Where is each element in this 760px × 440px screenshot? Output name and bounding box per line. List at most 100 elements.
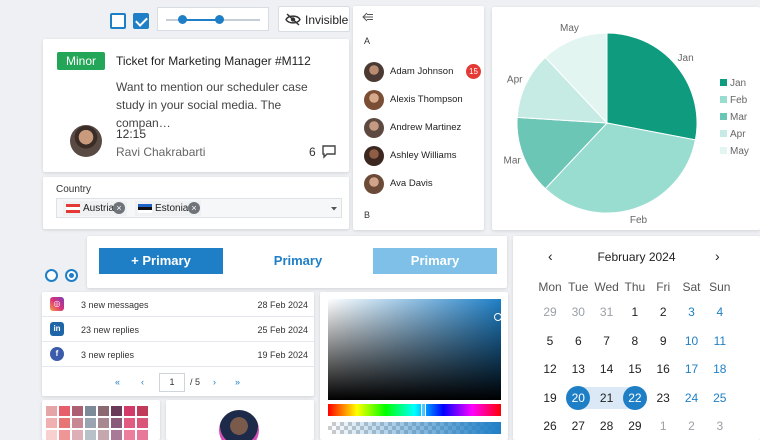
calendar-title[interactable]: February 2024: [513, 250, 760, 264]
chevron-right-icon[interactable]: ›: [715, 248, 720, 264]
calendar-day[interactable]: 27: [564, 414, 592, 438]
calendar-day[interactable]: 1: [621, 300, 649, 324]
checkbox-checked[interactable]: [133, 13, 149, 29]
color-swatch[interactable]: [98, 418, 109, 428]
primary-button-disabled[interactable]: Primary: [373, 248, 497, 274]
first-page-icon[interactable]: «: [115, 377, 120, 387]
primary-button-flat[interactable]: Primary: [236, 248, 360, 274]
contact-item[interactable]: Ashley Williams: [363, 144, 483, 168]
color-swatch[interactable]: [111, 430, 122, 440]
legend-label[interactable]: Feb: [730, 95, 748, 106]
radio-checked[interactable]: [65, 269, 78, 282]
range-slider[interactable]: [157, 7, 269, 31]
invisible-toggle-button[interactable]: Invisible: [278, 6, 350, 32]
calendar-day[interactable]: 29: [536, 300, 564, 324]
color-swatch[interactable]: [85, 418, 96, 428]
calendar-day[interactable]: 23: [649, 386, 677, 410]
legend-label[interactable]: Jan: [730, 78, 746, 89]
color-swatch[interactable]: [59, 430, 70, 440]
radio-unchecked[interactable]: [45, 269, 58, 282]
calendar-day[interactable]: 8: [621, 329, 649, 353]
color-swatch[interactable]: [124, 406, 135, 416]
contact-item[interactable]: Andrew Martinez: [363, 116, 483, 140]
calendar-day[interactable]: 29: [621, 414, 649, 438]
calendar-day[interactable]: 18: [706, 357, 734, 381]
calendar-day[interactable]: 11: [706, 329, 734, 353]
calendar-day[interactable]: 22: [622, 385, 647, 410]
saturation-area[interactable]: [328, 299, 501, 400]
chevron-down-icon[interactable]: [330, 206, 338, 212]
alpha-slider[interactable]: [328, 422, 501, 434]
next-page-icon[interactable]: ›: [213, 377, 216, 387]
calendar-day[interactable]: 25: [706, 386, 734, 410]
calendar-day[interactable]: 12: [536, 357, 564, 381]
legend-label[interactable]: Apr: [730, 129, 746, 140]
calendar-day[interactable]: 24: [678, 386, 706, 410]
calendar-day[interactable]: 28: [593, 414, 621, 438]
color-swatch[interactable]: [72, 418, 83, 428]
prev-page-icon[interactable]: ‹: [141, 377, 144, 387]
remove-tag-icon[interactable]: ×: [113, 202, 125, 214]
remove-tag-icon[interactable]: ×: [188, 202, 200, 214]
hue-slider[interactable]: [328, 404, 501, 416]
calendar-day[interactable]: 6: [564, 329, 592, 353]
color-swatch[interactable]: [46, 430, 57, 440]
calendar-day[interactable]: 31: [593, 300, 621, 324]
color-swatch[interactable]: [124, 418, 135, 428]
calendar-day[interactable]: 1: [649, 414, 677, 438]
color-swatch[interactable]: [85, 406, 96, 416]
checkbox-unchecked[interactable]: [110, 13, 126, 29]
calendar-day[interactable]: 19: [536, 386, 564, 410]
color-swatch[interactable]: [124, 430, 135, 440]
hue-slider-thumb[interactable]: [421, 403, 426, 417]
calendar-day[interactable]: 2: [649, 300, 677, 324]
color-swatch[interactable]: [137, 406, 148, 416]
saturation-picker-handle[interactable]: [494, 313, 502, 321]
ticket-title[interactable]: Ticket for Marketing Manager #M112: [116, 54, 311, 68]
calendar-day[interactable]: 20: [566, 385, 591, 410]
country-multiselect[interactable]: Austria × Estonia ×: [56, 198, 342, 218]
color-swatch[interactable]: [137, 418, 148, 428]
legend-label[interactable]: Mar: [730, 112, 748, 123]
notification-row[interactable]: f 3 new replies 19 Feb 2024: [42, 342, 314, 367]
contact-item[interactable]: Alexis Thompson: [363, 88, 483, 112]
calendar-day[interactable]: 15: [621, 357, 649, 381]
color-swatch[interactable]: [46, 418, 57, 428]
calendar-day[interactable]: 13: [564, 357, 592, 381]
calendar-day[interactable]: 2: [678, 414, 706, 438]
calendar-day[interactable]: 30: [564, 300, 592, 324]
color-swatch[interactable]: [72, 430, 83, 440]
comment-icon[interactable]: [321, 144, 337, 159]
last-page-icon[interactable]: »: [235, 377, 240, 387]
primary-button-filled[interactable]: + Primary: [99, 248, 223, 274]
collapse-sidebar-icon[interactable]: [362, 12, 374, 22]
calendar-day[interactable]: 3: [678, 300, 706, 324]
color-swatch[interactable]: [85, 430, 96, 440]
calendar-day[interactable]: 17: [678, 357, 706, 381]
page-input[interactable]: 1: [159, 373, 185, 392]
notification-row[interactable]: ◎ 3 new messages 28 Feb 2024: [42, 292, 314, 317]
calendar-day[interactable]: 7: [593, 329, 621, 353]
color-swatch[interactable]: [72, 406, 83, 416]
contact-item[interactable]: Adam Johnson: [363, 60, 483, 84]
slider-thumb-start[interactable]: [178, 15, 187, 24]
calendar-day[interactable]: 26: [536, 414, 564, 438]
contact-item[interactable]: Ava Davis: [363, 172, 483, 196]
calendar-day[interactable]: 5: [536, 329, 564, 353]
color-swatch[interactable]: [111, 406, 122, 416]
color-swatch[interactable]: [111, 418, 122, 428]
calendar-day[interactable]: 21: [593, 386, 621, 410]
color-swatch[interactable]: [98, 430, 109, 440]
calendar-day[interactable]: 10: [678, 329, 706, 353]
color-swatch[interactable]: [59, 406, 70, 416]
color-swatch[interactable]: [59, 418, 70, 428]
calendar-day[interactable]: 16: [649, 357, 677, 381]
calendar-day[interactable]: 14: [593, 357, 621, 381]
calendar-day[interactable]: 3: [706, 414, 734, 438]
color-swatch[interactable]: [46, 406, 57, 416]
pie-slice-jan[interactable]: [606, 32, 698, 141]
legend-label[interactable]: May: [730, 146, 749, 157]
color-swatch[interactable]: [98, 406, 109, 416]
notification-row[interactable]: in 23 new replies 25 Feb 2024: [42, 317, 314, 342]
calendar-day[interactable]: 4: [706, 300, 734, 324]
